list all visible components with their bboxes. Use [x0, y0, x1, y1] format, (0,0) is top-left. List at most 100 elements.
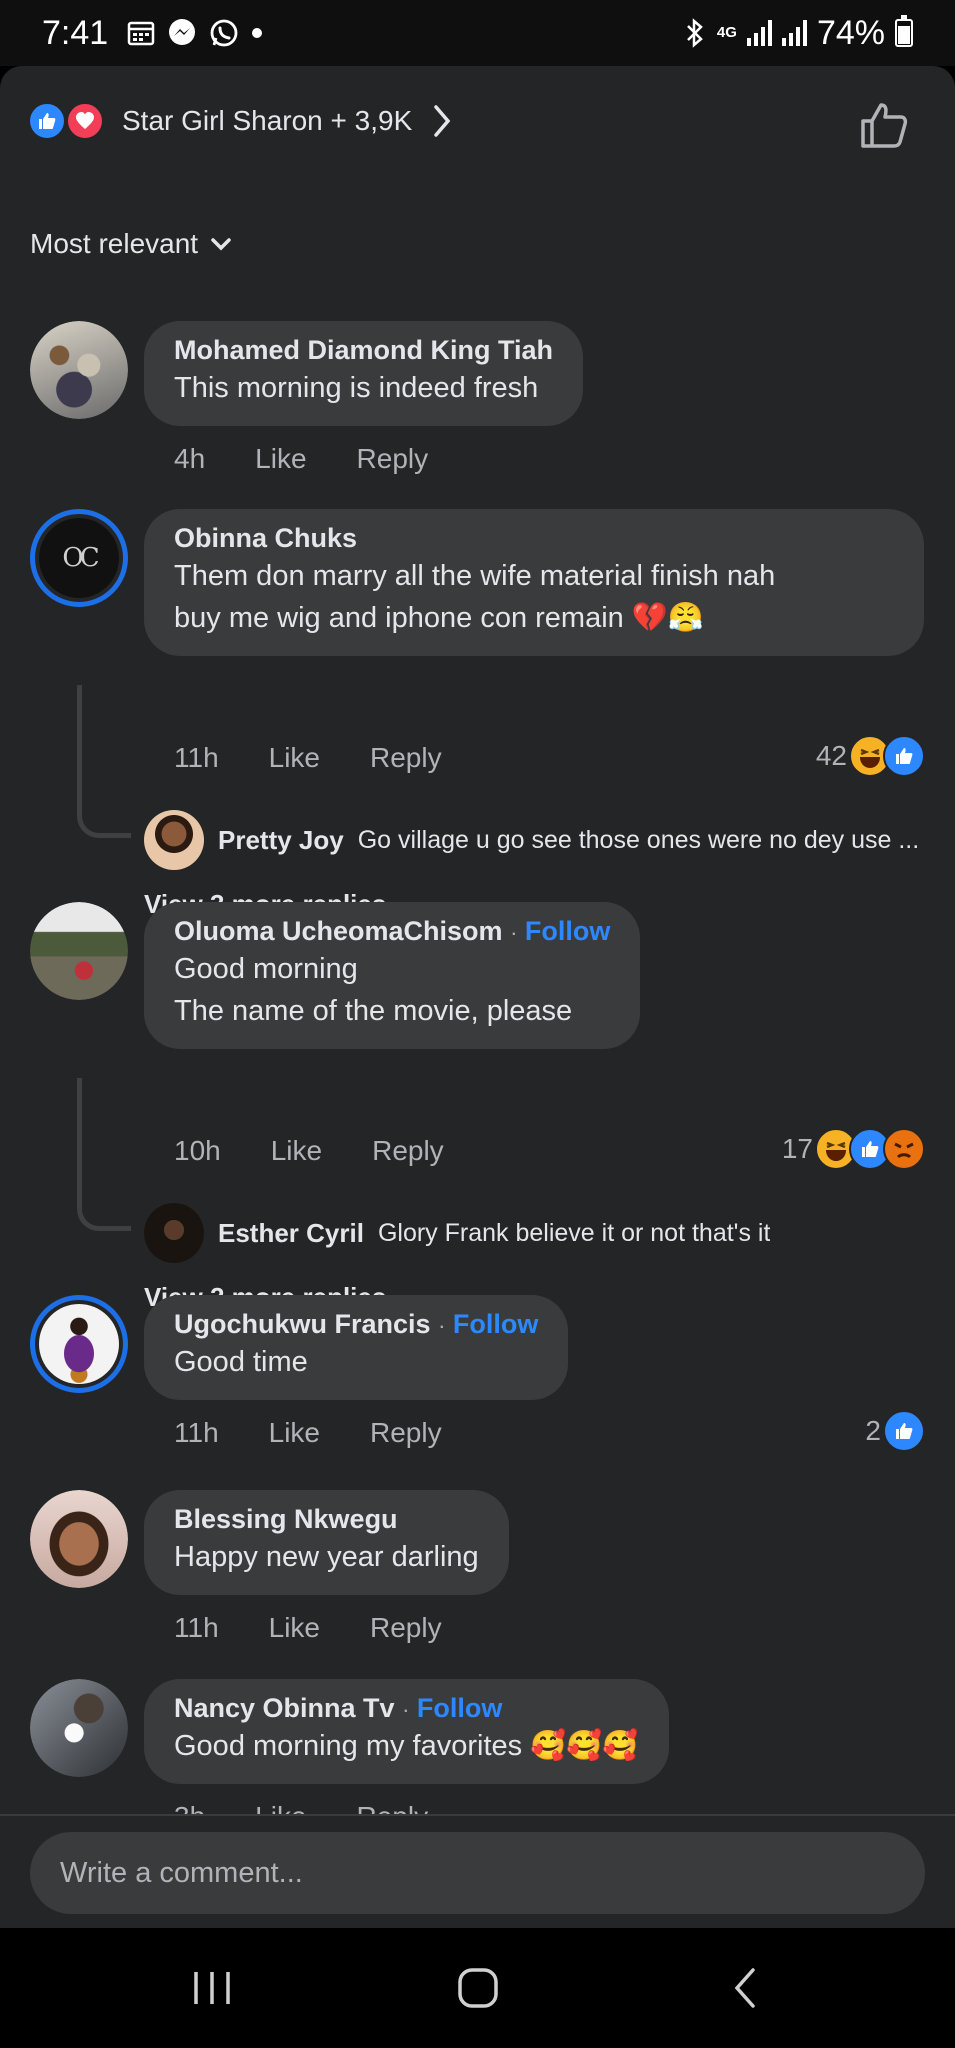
reply-button[interactable]: Reply	[370, 742, 442, 774]
reaction-count-number: 2	[865, 1415, 881, 1446]
comment-actions: 10h Like Reply	[174, 1135, 444, 1167]
home-button[interactable]	[448, 1958, 508, 2018]
reply-author[interactable]: Esther Cyril	[218, 1218, 364, 1249]
comment-time: 11h	[174, 742, 219, 773]
messenger-icon	[169, 19, 196, 45]
comment-actions: 11h Like Reply	[174, 1612, 442, 1644]
network-type: 4G	[716, 24, 737, 41]
battery-percent: 74%	[816, 13, 885, 52]
reactions-label: Star Girl Sharon + 3,9K	[122, 105, 413, 136]
like-reaction-icon	[883, 1410, 925, 1452]
comment-author: Oluoma UcheomaChisom · Follow	[174, 916, 610, 947]
avatar[interactable]: OC	[30, 509, 128, 607]
battery-icon	[895, 15, 913, 47]
comment-actions: 11h Like Reply	[174, 742, 442, 774]
comment-text: Happy new year darling	[174, 1541, 479, 1573]
avatar[interactable]	[30, 321, 128, 419]
comment-text: This morning is indeed fresh	[174, 372, 539, 404]
comment-time: 10h	[174, 1135, 221, 1166]
comment-bubble[interactable]: Oluoma UcheomaChisom · Follow Good morni…	[144, 902, 641, 1049]
reply-preview[interactable]: Esther Cyril Glory Frank believe it or n…	[144, 1203, 934, 1263]
comment-bubble[interactable]: Ugochukwu Francis · Follow Good time	[144, 1295, 569, 1400]
signal-icon	[746, 20, 772, 46]
avatar[interactable]	[30, 1490, 128, 1588]
chevron-down-icon	[211, 238, 231, 251]
reaction-count[interactable]: 42	[816, 735, 925, 777]
comment-author[interactable]: Blessing Nkwegu	[174, 1504, 479, 1535]
comment-bubble[interactable]: Blessing Nkwegu Happy new year darling	[144, 1490, 509, 1595]
home-icon	[458, 1968, 498, 2008]
reply-button[interactable]: Reply	[357, 443, 429, 475]
signal-icon-2	[781, 20, 807, 46]
recent-apps-icon	[194, 1972, 230, 2004]
dot-icon	[252, 28, 263, 38]
sort-label: Most relevant	[30, 228, 199, 259]
avatar-initials: OC	[62, 543, 99, 573]
reactions-summary[interactable]: Star Girl Sharon + 3,9K	[28, 102, 452, 140]
thread-line	[77, 1078, 131, 1231]
write-comment-input[interactable]	[30, 1832, 925, 1914]
reply-text: Go village u go see those ones were no d…	[357, 825, 920, 854]
love-reaction-icon	[66, 102, 104, 140]
recent-apps-button[interactable]	[182, 1958, 242, 2018]
comment-actions: 4h Like Reply	[174, 443, 428, 475]
like-button[interactable]: Like	[271, 1135, 322, 1167]
comment-author[interactable]: Obinna Chuks	[174, 523, 894, 554]
like-button[interactable]: Like	[269, 742, 320, 774]
comment-author: Ugochukwu Francis · Follow	[174, 1309, 538, 1340]
notification-icons	[126, 17, 264, 49]
follow-button[interactable]: Follow	[525, 916, 610, 946]
bluetooth-icon	[687, 18, 703, 48]
comment-bubble[interactable]: Obinna Chuks Them don marry all the wife…	[144, 509, 924, 656]
reply-button[interactable]: Reply	[370, 1612, 442, 1644]
reply-avatar[interactable]	[144, 1203, 204, 1263]
comment-text: Good morning	[174, 953, 358, 985]
comment-time: 11h	[174, 1612, 219, 1643]
reply-author[interactable]: Pretty Joy	[218, 825, 344, 856]
reply-text: Glory Frank believe it or not that's it	[377, 1218, 771, 1247]
status-time: 7:41	[42, 13, 109, 52]
comment-bubble[interactable]: Mohamed Diamond King Tiah This morning i…	[144, 321, 584, 426]
angry-reaction-icon	[883, 1128, 925, 1170]
comment-text: Them don marry all the wife material fin…	[174, 560, 776, 592]
comment-author-name[interactable]: Oluoma UcheomaChisom	[174, 916, 503, 946]
comment-text: Good morning my favorites 🥰🥰🥰	[174, 1730, 639, 1762]
sort-dropdown[interactable]: Most relevant	[30, 228, 232, 260]
like-reaction-icon	[883, 735, 925, 777]
follow-separator: ·	[510, 920, 518, 945]
reply-button[interactable]: Reply	[372, 1135, 444, 1167]
system-nav-bar	[0, 1928, 955, 2048]
like-button[interactable]: Like	[255, 443, 306, 475]
comment-author-name[interactable]: Nancy Obinna Tv	[174, 1693, 395, 1723]
follow-button[interactable]: Follow	[417, 1693, 502, 1723]
comment-actions: 11h Like Reply	[174, 1417, 442, 1449]
like-button[interactable]: Like	[269, 1417, 320, 1449]
thread-line	[77, 685, 131, 797]
avatar[interactable]	[30, 1295, 128, 1393]
comment-time: 4h	[174, 443, 206, 474]
reply-button[interactable]: Reply	[370, 1417, 442, 1449]
comment-author: Nancy Obinna Tv · Follow	[174, 1693, 639, 1724]
avatar[interactable]	[30, 1679, 128, 1777]
reply-preview[interactable]: Pretty Joy Go village u go see those one…	[144, 810, 934, 870]
comment-bubble[interactable]: Nancy Obinna Tv · Follow Good morning my…	[144, 1679, 669, 1784]
comment-author[interactable]: Mohamed Diamond King Tiah	[174, 335, 553, 366]
back-button[interactable]	[716, 1958, 776, 2018]
reaction-count-number: 17	[781, 1133, 813, 1164]
comment-author-name[interactable]: Ugochukwu Francis	[174, 1309, 431, 1339]
avatar[interactable]	[30, 902, 128, 1000]
comment-text-line2: buy me wig and iphone con remain 💔😤	[174, 602, 705, 634]
like-post-icon[interactable]	[859, 100, 909, 150]
comment-time: 11h	[174, 1417, 219, 1448]
reply-avatar[interactable]	[144, 810, 204, 870]
reaction-count[interactable]: 17	[782, 1128, 925, 1170]
follow-separator: ·	[402, 1697, 410, 1722]
chevron-right-icon	[434, 105, 451, 137]
follow-button[interactable]: Follow	[453, 1309, 538, 1339]
like-button[interactable]: Like	[269, 1612, 320, 1644]
whatsapp-icon	[210, 19, 238, 47]
comments-sheet: Star Girl Sharon + 3,9K Most relevant Mo…	[0, 66, 955, 1928]
calendar-icon	[127, 21, 155, 46]
reaction-count-number: 42	[815, 740, 847, 771]
reaction-count[interactable]: 2	[865, 1410, 925, 1452]
